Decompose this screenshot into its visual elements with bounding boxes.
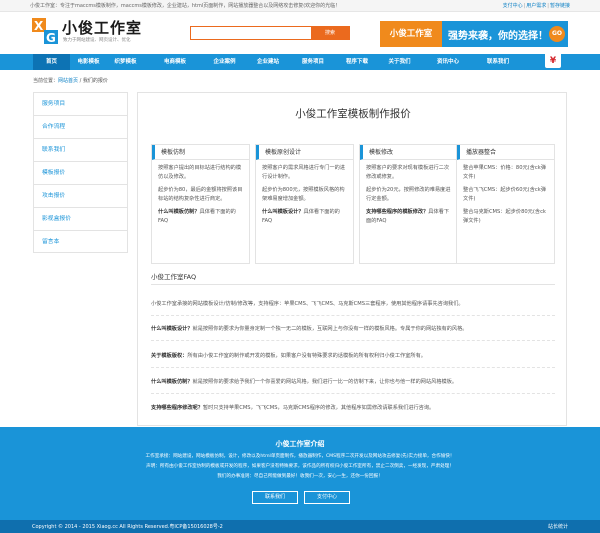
card-text: 整合苹果CMS：价格：80元(含ck弹文件)	[463, 165, 546, 180]
nav-item-enterprise-sites[interactable]: 企业建站	[243, 54, 293, 70]
faq-question: 关于模板版权：	[151, 353, 188, 359]
breadcrumb-home[interactable]: 网站首页	[58, 78, 78, 84]
footer: 小俊工作室介绍 工作室承接：网站建设，网站模板仿制，设计，修改以及html单页面…	[0, 427, 600, 520]
nav-item-ecommerce-templates[interactable]: 电商模板	[144, 54, 206, 70]
footer-text: 我们的办事准则：尽自己所能做到最好！收我们一次，安心一生，还你一份回报！	[217, 474, 383, 479]
top-links: 支付中心|用户需求|暂存链接	[502, 3, 570, 9]
faq-item: 什么叫模板仿制？就是按照你的要求给予我们一个你喜爱的网站风格，我们进行一比一的仿…	[151, 378, 555, 385]
top-notice: 小俊工作室：专注于maccms模板制作，maccms模板修改，企业建站，html…	[30, 3, 341, 9]
card-text: 按照客户提出的目标站进行结构的模仿以及修改。	[158, 165, 242, 180]
promo-banner[interactable]: 小俊工作室 强势来袭，你的选择！ GO	[380, 21, 568, 47]
faq-answer: 暂时只支持苹果CMS，飞飞CMS，马克斯CMS程序的修改，其他程序如需修改请联系…	[202, 405, 435, 411]
price-card-original-design: 模板原创设计 按照客户的需求风格进行专门一的进行设计制作。 起步价为800元，按…	[255, 144, 354, 264]
footer-contact-button[interactable]: 联系我们	[252, 491, 298, 504]
nav-item-enterprise-cases[interactable]: 企业案例	[206, 54, 243, 70]
card-question: 什么叫模板设计？	[262, 209, 304, 215]
bottom-bar: Copyright © 2014 - 2015 Xiaog.cc All Rig…	[0, 520, 600, 533]
card-text: 起步价为80，最后的金额将按照该目标站的结构复杂性进行商定。	[158, 187, 243, 202]
banner-go-button[interactable]: GO	[549, 26, 565, 42]
card-faq-hint: 什么叫模板仿制？具体看下面的的FAQ	[158, 208, 243, 226]
breadcrumb-current: 我们的报价	[82, 78, 108, 84]
card-text: 整合飞飞CMS：起步价60元(含ck弹文件)	[463, 187, 546, 202]
sidebar-item-services[interactable]: 服务项目	[34, 93, 127, 116]
search-box: 搜索	[190, 26, 350, 40]
card-text: 起步价为20元，按照修改的难易度进行定金额。	[366, 187, 451, 202]
nav-item-movie-templates[interactable]: 电影模板	[70, 54, 107, 70]
card-question: 什么叫模板仿制？	[158, 209, 200, 215]
copyright: Copyright © 2014 - 2015 Xiaog.cc All Rig…	[32, 524, 223, 530]
nav-item-home[interactable]: 首页	[33, 54, 70, 70]
card-title: 模板修改	[360, 145, 457, 160]
top-link-needs[interactable]: 用户需求	[526, 3, 546, 9]
card-text: 整合马克斯CMS：起步价80元(含ck弹文件)	[463, 209, 546, 224]
main-content: 小俊工作室模板制作报价 模板仿制 按照客户提出的目标站进行结构的模仿以及修改。 …	[137, 92, 567, 426]
nav-item-services[interactable]: 服务项目	[293, 54, 333, 70]
sidebar: 服务项目 合作流程 联系我们 模板报价 攻击报价 影视盒报价 留言本	[33, 92, 128, 253]
faq-question: 什么叫模板仿制？	[151, 379, 193, 385]
top-link-pay[interactable]: 支付中心	[503, 3, 523, 9]
faq-divider	[151, 315, 555, 316]
search-button[interactable]: 搜索	[311, 27, 349, 39]
yen-icon[interactable]: ¥	[545, 54, 561, 68]
card-title: 模板仿制	[152, 145, 249, 160]
faq-divider	[151, 367, 555, 368]
sidebar-item-process[interactable]: 合作流程	[34, 116, 127, 139]
faq-divider	[151, 393, 555, 394]
search-input[interactable]	[191, 27, 311, 39]
top-bar: 小俊工作室：专注于maccms模板制作，maccms模板修改，企业建站，html…	[0, 0, 600, 12]
sidebar-item-contact[interactable]: 联系我们	[34, 139, 127, 162]
faq-question: 什么叫模板设计？	[151, 326, 193, 332]
faq-item: 什么叫模板设计？就是按照你的要求为你量身定制一个独一无二的模板，互联网上与你没有…	[151, 325, 555, 332]
price-card-imitation: 模板仿制 按照客户提出的目标站进行结构的模仿以及修改。 起步价为80，最后的金额…	[151, 144, 250, 264]
logo-slogan: 致力于网站建设、网页设计、优化	[63, 38, 131, 43]
faq-title: 小俊工作室FAQ	[151, 269, 555, 285]
nav-item-contact[interactable]: 联系我们	[478, 54, 518, 70]
card-text: 按照客户的需求风格进行专门一的进行设计制作。	[262, 165, 346, 180]
footer-text: 声明：所有由小俊工作室仿制的模板或开发的程序，如果客户没有特殊要求，该作品的所有…	[146, 464, 454, 469]
breadcrumb-prefix: 当前位置：	[33, 78, 59, 84]
price-card-player-integration: 播放器整合 整合苹果CMS：价格：80元(含ck弹文件) 整合飞飞CMS：起步价…	[456, 144, 555, 264]
faq-answer: 就是按照你的要求为你量身定制一个独一无二的模板，互联网上与你没有一样的模板风格。…	[192, 326, 468, 332]
sidebar-item-tvbox-quote[interactable]: 影视盒报价	[34, 208, 127, 231]
banner-slogan: 强势来袭，你的选择！	[448, 31, 548, 42]
card-question: 支持哪些程序的模板修改？	[366, 209, 429, 215]
footer-title: 小俊工作室介绍	[275, 440, 325, 448]
faq-answer: 所有由小俊工作室的制作或开发的模板，如果客户没有特殊要求的话模板的所有权利归小俊…	[187, 353, 426, 359]
card-title: 播放器整合	[457, 145, 554, 160]
sidebar-item-template-quote[interactable]: 模板报价	[34, 162, 127, 185]
page-title: 小俊工作室模板制作报价	[295, 108, 411, 120]
svg-text:G: G	[46, 31, 56, 44]
nav-item-about[interactable]: 关于我们	[381, 54, 418, 70]
top-link-links[interactable]: 暂存链接	[550, 3, 570, 9]
price-card-modification: 模板修改 按照客户的要求对现有模板进行二次修改或修复。 起步价为20元，按照修改…	[359, 144, 458, 264]
main-nav: 首页 电影模板 织梦模板 电商模板 企业案例 企业建站 服务项目 程序下载 关于…	[0, 54, 600, 70]
logo-icon[interactable]: X G	[32, 18, 58, 44]
card-faq-hint: 支持哪些程序的模板修改？具体看下面的FAQ	[366, 208, 451, 226]
nav-item-dede-templates[interactable]: 织梦模板	[107, 54, 144, 70]
svg-text:X: X	[34, 19, 44, 33]
sidebar-item-attack-quote[interactable]: 攻击报价	[34, 185, 127, 208]
faq-answer: 小俊工作室承接的网站模板设计/仿制/修改等，支持程序：苹果CMS、飞飞CMS、马…	[151, 301, 464, 307]
stats-link[interactable]: 站长统计	[548, 523, 568, 530]
faq-item: 关于模板版权：所有由小俊工作室的制作或开发的模板，如果客户没有特殊要求的话模板的…	[151, 352, 555, 359]
faq-item: 小俊工作室承接的网站模板设计/仿制/修改等，支持程序：苹果CMS、飞飞CMS、马…	[151, 300, 555, 307]
faq-question: 支持哪些程序修改呢？	[151, 405, 203, 411]
banner-brand: 小俊工作室	[380, 21, 442, 47]
faq-answer: 就是按照你的要求给予我们一个你喜爱的网站风格，我们进行一比一的仿制下来，让你也与…	[192, 379, 458, 385]
faq-item: 支持哪些程序修改呢？暂时只支持苹果CMS，飞飞CMS，马克斯CMS程序的修改，其…	[151, 404, 555, 411]
card-title: 模板原创设计	[256, 145, 353, 160]
sidebar-item-guestbook[interactable]: 留言本	[34, 231, 127, 254]
faq-divider	[151, 340, 555, 341]
nav-item-news[interactable]: 资讯中心	[418, 54, 478, 70]
nav-item-downloads[interactable]: 程序下载	[333, 54, 381, 70]
card-text: 起步价为800元，按照模板风格的构架难易度增加金额。	[262, 187, 345, 202]
footer-pay-button[interactable]: 支付中心	[304, 491, 350, 504]
card-faq-hint: 什么叫模板设计？具体看下面的的FAQ	[262, 208, 347, 226]
card-text: 按照客户的要求对现有模板进行二次修改或修复。	[366, 165, 450, 180]
logo-name[interactable]: 小俊工作室	[62, 17, 142, 38]
footer-text: 工作室承接：网站建设，网站模板仿制，设计，修改以及html单页面制作，播放器制作…	[145, 454, 455, 459]
breadcrumb: 当前位置：网站首页 / 我们的报价	[33, 77, 108, 84]
